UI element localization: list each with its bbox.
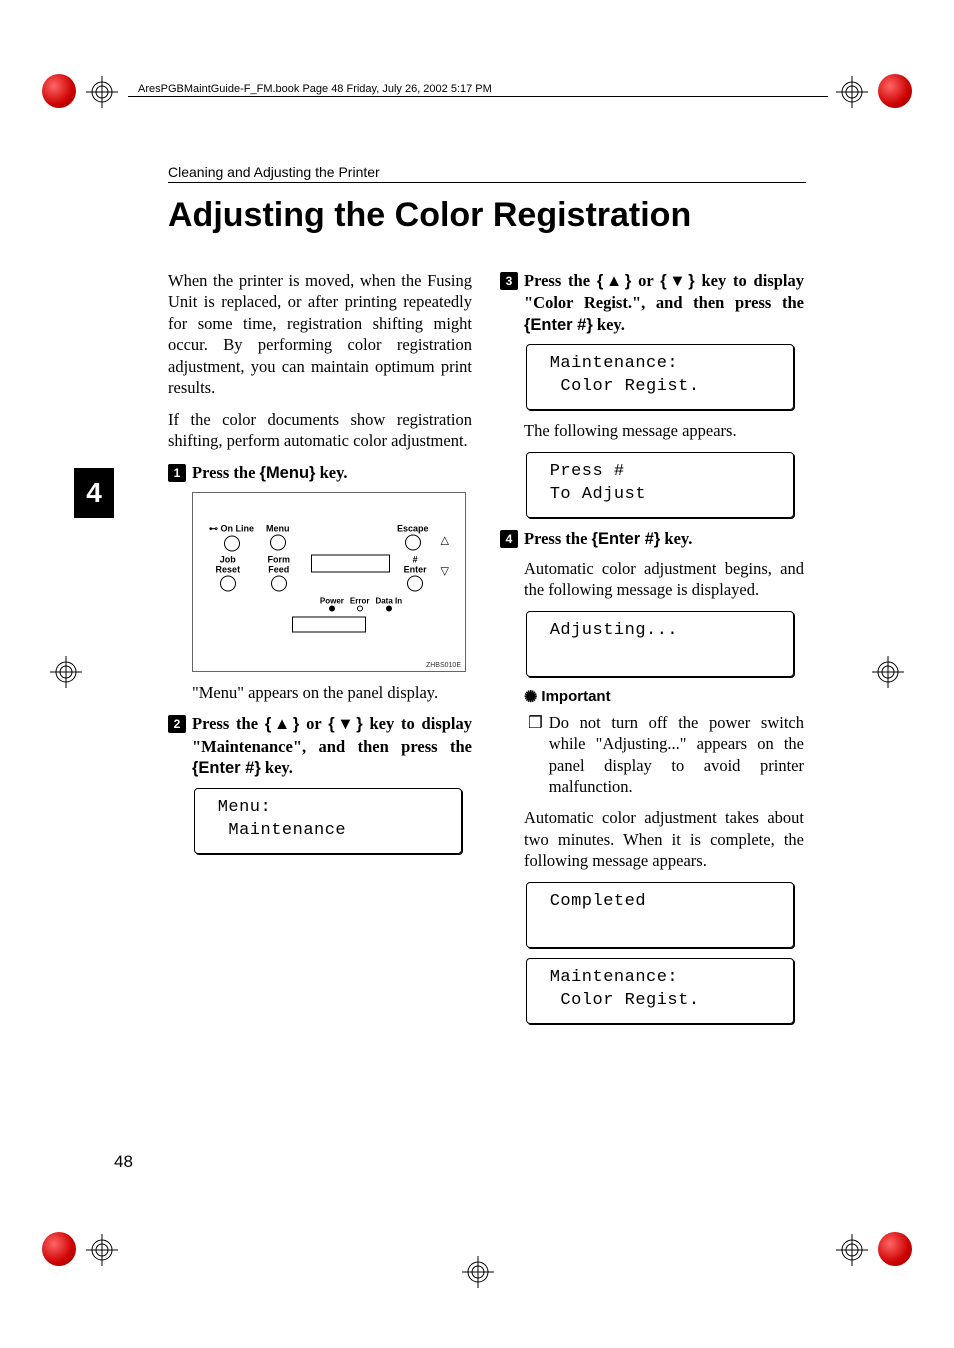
prepress-red-dot (42, 74, 76, 108)
intro-paragraph-1: When the printer is moved, when the Fusi… (168, 270, 472, 399)
panel-escape-button: Escape (397, 524, 429, 552)
illustration-caption: ZHBS010E (426, 662, 461, 669)
registration-mark-icon (50, 656, 82, 688)
registration-mark-icon (836, 76, 868, 108)
gear-icon: ✺ (524, 687, 537, 707)
intro-paragraph-2: If the color documents show registration… (168, 409, 472, 452)
header-rule (128, 96, 828, 97)
bullet-icon: ❒ (528, 712, 543, 798)
step-1-text: Press the {Menu} key. (192, 462, 472, 484)
lcd-display-press-to-adjust: Press # To Adjust (526, 452, 794, 518)
step-4-text: Press the {Enter #} key. (524, 528, 804, 550)
panel-enter-button: # Enter (402, 555, 429, 593)
panel-formfeed-button: Form Feed (259, 555, 299, 593)
page-title: Adjusting the Color Registration (168, 196, 691, 235)
panel-blank-rect (292, 617, 366, 633)
important-heading: ✺Important (524, 687, 804, 707)
left-column: When the printer is moved, when the Fusi… (168, 270, 472, 864)
panel-power-led: Power (320, 597, 344, 613)
registration-mark-icon (872, 656, 904, 688)
registration-mark-icon (86, 1234, 118, 1266)
panel-jobreset-button: Job Reset (209, 555, 247, 593)
step-3-result: The following message appears. (524, 420, 804, 441)
panel-menu-button: Menu (266, 524, 290, 552)
printer-panel-illustration: ⊷ On Line Menu Escape △ Job Reset (192, 492, 466, 672)
step-4: 4 Press the {Enter #} key. (500, 528, 804, 550)
important-note: ❒ Do not turn off the power switch while… (524, 712, 804, 798)
step-number-icon: 2 (168, 715, 186, 733)
panel-error-led: Error (350, 597, 370, 613)
panel-datain-led: Data In (375, 597, 402, 613)
panel-down-arrow: ▽ (441, 555, 449, 578)
right-column: 3 Press the {▲} or {▼} key to display "C… (500, 270, 804, 1034)
registration-mark-icon (86, 76, 118, 108)
lcd-display-completed: Completed (526, 882, 794, 948)
chapter-tab: 4 (74, 468, 114, 518)
lcd-display-color-regist: Maintenance: Color Regist. (526, 344, 794, 410)
step-2: 2 Press the {▲} or {▼} key to display "M… (168, 713, 472, 779)
prepress-red-dot (878, 1232, 912, 1266)
page-number: 48 (114, 1152, 133, 1172)
completion-paragraph: Automatic color adjustment takes about t… (524, 807, 804, 871)
panel-online-button: ⊷ On Line (209, 524, 254, 553)
step-2-text: Press the {▲} or {▼} key to display "Mai… (192, 713, 472, 779)
section-header: Cleaning and Adjusting the Printer (168, 164, 806, 183)
step-4-result: Automatic color adjustment begins, and t… (524, 558, 804, 601)
registration-mark-icon (836, 1234, 868, 1266)
prepress-red-dot (878, 74, 912, 108)
step-1: 1 Press the {Menu} key. (168, 462, 472, 484)
lcd-display-maintenance-color-regist: Maintenance: Color Regist. (526, 958, 794, 1024)
panel-up-arrow: △ (441, 524, 449, 547)
prepress-red-dot (42, 1232, 76, 1266)
step-3-text: Press the {▲} or {▼} key to display "Col… (524, 270, 804, 336)
step-number-icon: 1 (168, 464, 186, 482)
file-header-path: AresPGBMaintGuide-F_FM.book Page 48 Frid… (138, 83, 492, 95)
step-3: 3 Press the {▲} or {▼} key to display "C… (500, 270, 804, 336)
lcd-display-adjusting: Adjusting... (526, 611, 794, 677)
step-number-icon: 4 (500, 530, 518, 548)
lcd-display-menu-maintenance: Menu: Maintenance (194, 788, 462, 854)
step-number-icon: 3 (500, 272, 518, 290)
step-1-result: "Menu" appears on the panel display. (192, 682, 472, 703)
panel-display-rect (311, 555, 390, 573)
registration-mark-icon (462, 1256, 494, 1288)
